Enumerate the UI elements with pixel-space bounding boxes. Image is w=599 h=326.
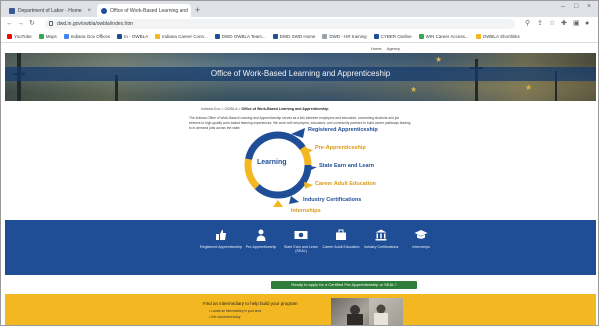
tab-dol-home[interactable]: Department of Labor · Home × xyxy=(5,4,95,17)
web-page: Home Agency ★ ★ ★ Office of Work-Based L… xyxy=(1,44,598,325)
close-tab-icon[interactable]: × xyxy=(84,8,91,14)
profile-icon[interactable]: ● xyxy=(585,20,589,28)
bookmark-favicon-icon xyxy=(373,34,379,39)
bookmark-item[interactable]: YouTube xyxy=(7,34,32,39)
bullet-item: • Locate an intermediary in your area xyxy=(209,309,262,313)
bookmark-label: Indiana Gov Offices xyxy=(70,34,111,39)
diagram-label-registered-apprenticeship: Registered Apprenticeship xyxy=(308,127,378,133)
tab-label: Office of Work-Based Learning and xyxy=(110,7,188,14)
lock-icon xyxy=(49,21,53,26)
pathway-label: Registered Apprenticeship xyxy=(200,245,242,249)
bookmark-label: In - OWBLA xyxy=(124,34,149,39)
address-bar[interactable]: dwd.in.gov/owbla/owbla/index.htm xyxy=(45,19,515,29)
tab-label: Department of Labor · Home xyxy=(18,7,82,14)
extensions-icon[interactable]: ✚ xyxy=(561,20,567,28)
bookmark-item[interactable]: Indiana Gov Offices xyxy=(63,34,111,39)
apply-cta-button[interactable]: Ready to apply for a Certified Pre-Appre… xyxy=(271,281,417,289)
graduation-cap-icon xyxy=(399,228,443,242)
bookmark-label: Indiana Career Conn... xyxy=(162,34,208,39)
sidebar-icon[interactable]: ▣ xyxy=(573,20,580,28)
bookmark-item[interactable]: Maps xyxy=(38,34,57,39)
tab-favicon-icon xyxy=(101,7,107,14)
bookmark-star-icon[interactable]: ☆ xyxy=(549,20,555,28)
bookmark-favicon-icon xyxy=(63,34,69,39)
bookmarks-bar: YouTube Maps Indiana Gov Offices In - OWBLA… xyxy=(1,31,598,43)
bookmark-favicon-icon xyxy=(155,34,161,39)
new-tab-button[interactable]: + xyxy=(195,4,200,16)
arrow-icon xyxy=(306,148,313,154)
bookmark-item[interactable]: OWBLA Shortlinks xyxy=(475,34,520,39)
diagram-label-pre-apprenticeship: Pre-Apprenticeship xyxy=(315,145,366,151)
bookmark-label: CYBER Outline xyxy=(380,34,412,39)
bookmark-favicon-icon xyxy=(322,34,328,39)
minimize-icon[interactable]: – xyxy=(561,3,565,10)
diagram-label-state-earn-and-learn: State Earn and Learn xyxy=(319,163,375,169)
bullet-item: • Get connected today xyxy=(209,315,241,319)
pathway-internships[interactable]: Internships xyxy=(399,228,443,249)
pathways-band: Registered Apprenticeship Pre-Apprentice… xyxy=(5,220,596,275)
reload-icon[interactable]: ↻ xyxy=(29,19,35,29)
arrow-icon xyxy=(304,182,313,189)
tab-owbla[interactable]: Office of Work-Based Learning and × xyxy=(97,4,191,17)
diagram-label-internships: Internships xyxy=(291,208,321,214)
browser-toolbar: ← → ↻ dwd.in.gov/owbla/owbla/index.htm ⚲… xyxy=(1,17,598,31)
close-tab-icon[interactable]: × xyxy=(188,8,192,14)
pathway-label: Industry Certifications xyxy=(363,245,399,249)
arrow-icon xyxy=(307,166,317,172)
diagram-label-career-adult-education: Career Adult Education xyxy=(315,181,376,187)
forward-icon[interactable]: → xyxy=(17,19,24,29)
pathway-label: Career Adult Education xyxy=(322,245,360,249)
pathway-pre-apprenticeship[interactable]: Pre-Apprenticeship xyxy=(239,228,283,249)
bookmark-favicon-icon xyxy=(7,34,12,39)
bookmark-item[interactable]: DWD OWBLA Team... xyxy=(214,34,266,39)
bookmark-label: WIN Career Access... xyxy=(425,34,469,39)
pathway-label: State Earn and Learn (SEAL) xyxy=(283,245,319,254)
bookmark-label: Maps xyxy=(45,34,57,39)
browser-window: Department of Labor · Home × Office of W… xyxy=(0,0,599,326)
zoom-icon[interactable]: ⚲ xyxy=(525,20,530,28)
back-icon[interactable]: ← xyxy=(6,19,13,29)
person-icon xyxy=(239,228,283,242)
bookmark-item[interactable]: CYBER Outline xyxy=(373,34,412,39)
intermediary-photo xyxy=(331,298,403,325)
pathway-label: Pre-Apprenticeship xyxy=(245,245,277,249)
pathway-registered-apprenticeship[interactable]: Registered Apprenticeship xyxy=(199,228,243,249)
bookmark-item[interactable]: Indiana Career Conn... xyxy=(155,34,208,39)
bookmark-item[interactable]: DWD SWD Home xyxy=(272,34,316,39)
bookmark-label: OWBLA Shortlinks xyxy=(482,34,520,39)
url-text: dwd.in.gov/owbla/owbla/index.htm xyxy=(57,21,133,27)
share-icon[interactable]: ⇪ xyxy=(537,20,543,28)
bookmark-label: DWD SWD Home xyxy=(279,34,316,39)
bookmark-label: DWD - HR training xyxy=(329,34,367,39)
bookmark-favicon-icon xyxy=(38,34,44,39)
bookmark-favicon-icon xyxy=(272,34,278,39)
money-icon xyxy=(279,228,323,242)
close-window-icon[interactable]: × xyxy=(587,3,591,10)
intermediary-section: Find an intermediary to help build your … xyxy=(5,294,596,325)
arrow-icon xyxy=(289,196,299,204)
bookmark-label: DWD OWBLA Team... xyxy=(221,34,266,39)
thumbs-up-icon xyxy=(199,228,243,242)
bookmark-favicon-icon xyxy=(117,34,123,39)
building-icon xyxy=(359,228,403,242)
pathway-seal[interactable]: State Earn and Learn (SEAL) xyxy=(279,228,323,254)
bookmark-favicon-icon xyxy=(475,34,481,39)
bookmark-label: YouTube xyxy=(14,34,32,39)
find-intermediary-heading: Find an intermediary to help build your … xyxy=(203,301,298,306)
bookmark-favicon-icon xyxy=(214,34,220,39)
bookmark-item[interactable]: In - OWBLA xyxy=(117,34,148,39)
pathway-industry-certifications[interactable]: Industry Certifications xyxy=(359,228,403,249)
bookmark-item[interactable]: WIN Career Access... xyxy=(418,34,469,39)
bookmark-item[interactable]: DWD - HR training xyxy=(322,34,367,39)
diagram-label-industry-certifications: Industry Certifications xyxy=(303,197,362,203)
pathway-career-adult-education[interactable]: Career Adult Education xyxy=(319,228,363,249)
maximize-icon[interactable]: □ xyxy=(574,3,578,10)
arrow-icon xyxy=(273,200,283,207)
briefcase-icon xyxy=(319,228,363,242)
pathway-label: Internships xyxy=(412,245,430,249)
tab-strip: Department of Labor · Home × Office of W… xyxy=(1,1,598,17)
diagram-center-label: Learning xyxy=(257,159,287,166)
tab-favicon-icon xyxy=(9,7,15,14)
bookmark-favicon-icon xyxy=(418,34,424,39)
